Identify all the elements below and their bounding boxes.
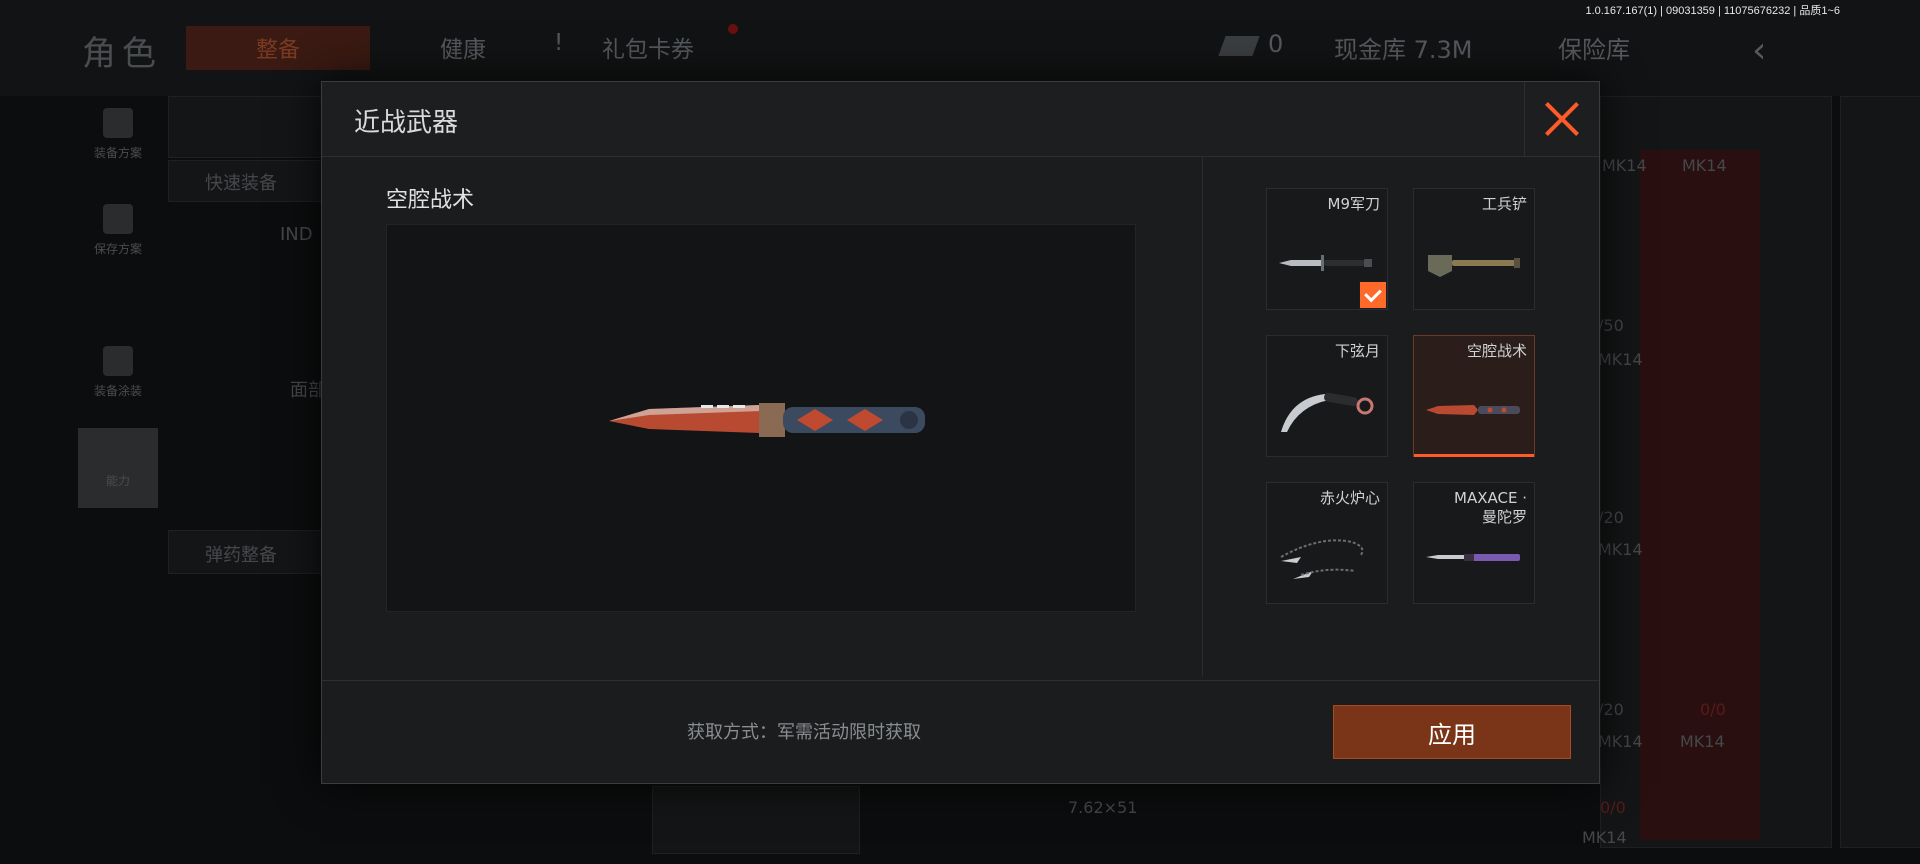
bg-label: MK14 bbox=[1682, 156, 1727, 175]
bg-label: MK14 bbox=[1598, 350, 1643, 369]
backpack-icon bbox=[103, 108, 133, 138]
melee-weapon-dialog: 近战武器 空腔战术 M9军刀 工兵铲 下弦月 空腔战术 赤火炉心 MAXACE … bbox=[321, 81, 1600, 784]
quick-equip-button[interactable]: 快速装备 bbox=[168, 160, 330, 202]
dialog-header: 近战武器 bbox=[322, 82, 1599, 157]
helmet-icon bbox=[103, 346, 133, 376]
weapon-preview[interactable] bbox=[386, 224, 1136, 612]
currency-count: 0 bbox=[1268, 30, 1284, 58]
back-arrow-icon[interactable]: ‹ bbox=[1752, 30, 1766, 71]
bg-label: 0/0 bbox=[1700, 700, 1726, 719]
footer-divider bbox=[322, 680, 1599, 681]
bg-label: IND bbox=[280, 224, 313, 245]
maxace-knife-image bbox=[1426, 554, 1520, 561]
download-icon bbox=[103, 204, 133, 234]
weapon-card-shovel[interactable]: 工兵铲 bbox=[1413, 188, 1535, 310]
version-info: 1.0.167.167(1) | 09031359 | 11075676232 … bbox=[1585, 5, 1840, 17]
weapon-name: MAXACE · 曼陀罗 bbox=[1454, 489, 1527, 526]
panel-divider bbox=[1202, 156, 1203, 676]
bg-label: /50 bbox=[1598, 316, 1624, 335]
tab-equip[interactable]: 整备 bbox=[186, 26, 370, 70]
weapon-card-red-furnace[interactable]: 赤火炉心 bbox=[1266, 482, 1388, 604]
apply-button[interactable]: 应用 bbox=[1333, 705, 1571, 759]
rope-darts-image bbox=[1280, 539, 1364, 579]
bg-label: /20 bbox=[1598, 700, 1624, 719]
tab-alert: ! bbox=[554, 30, 564, 56]
safe-vault-button[interactable]: 保险库 bbox=[1558, 30, 1630, 65]
bg-panel-top bbox=[168, 96, 330, 158]
side-ability[interactable]: 能力 bbox=[78, 428, 158, 508]
bg-label: MK14 bbox=[1602, 156, 1647, 175]
bg-label: MK14 bbox=[1598, 732, 1643, 751]
karambit-image bbox=[1281, 392, 1374, 432]
weapon-name: 空腔战术 bbox=[1466, 342, 1527, 360]
bg-knife-slot bbox=[652, 786, 860, 854]
entrenching-shovel-image bbox=[1428, 255, 1520, 277]
notification-dot bbox=[728, 24, 738, 34]
weapon-name: M9军刀 bbox=[1327, 195, 1381, 213]
bg-label: 7.62×51 bbox=[1068, 798, 1138, 817]
bg-label: 0/0 bbox=[1600, 798, 1626, 817]
weapon-name: 赤火炉心 bbox=[1319, 489, 1380, 507]
weapon-name: 下弦月 bbox=[1334, 342, 1380, 360]
acquisition-source-text: 获取方式：军需活动限时获取 bbox=[687, 722, 921, 743]
side-loadout-plan[interactable]: 装备方案 bbox=[78, 100, 158, 180]
weapon-name: 工兵铲 bbox=[1481, 195, 1527, 213]
bg-far-right-panel bbox=[1840, 96, 1920, 848]
equipped-checkmark-icon bbox=[1359, 281, 1387, 309]
cash-vault-button[interactable]: 现金库 7.3M bbox=[1334, 30, 1473, 65]
ammo-equip-button[interactable]: 弹药整备 bbox=[168, 530, 330, 574]
bg-label: MK14 bbox=[1582, 828, 1627, 847]
side-skins[interactable]: 装备涂装 bbox=[78, 338, 158, 418]
bg-label: MK14 bbox=[1598, 540, 1643, 559]
close-button[interactable] bbox=[1524, 82, 1599, 156]
weapon-card-m9[interactable]: M9军刀 bbox=[1266, 188, 1388, 310]
tab-gift-cards[interactable]: 礼包卡券 bbox=[602, 30, 694, 64]
weapon-card-maxace-mandala[interactable]: MAXACE · 曼陀罗 bbox=[1413, 482, 1535, 604]
weapon-card-karambit[interactable]: 下弦月 bbox=[1266, 335, 1388, 457]
cash-icon bbox=[1218, 36, 1260, 56]
bg-label: MK14 bbox=[1680, 732, 1725, 751]
tab-health[interactable]: 健康 bbox=[440, 30, 486, 64]
dialog-title: 近战武器 bbox=[354, 108, 459, 138]
weapon-card-hollow-tactical[interactable]: 空腔战术 bbox=[1413, 335, 1535, 457]
page-title: 角色 bbox=[82, 34, 162, 74]
tactical-knife-image bbox=[609, 403, 925, 437]
tactical-knife-thumbnail bbox=[1426, 405, 1520, 415]
preview-weapon-name: 空腔战术 bbox=[386, 188, 475, 213]
side-save-plan[interactable]: 保存方案 bbox=[78, 196, 158, 276]
lightning-icon bbox=[103, 436, 133, 466]
close-icon bbox=[1543, 100, 1581, 138]
bg-label: /20 bbox=[1598, 508, 1624, 527]
